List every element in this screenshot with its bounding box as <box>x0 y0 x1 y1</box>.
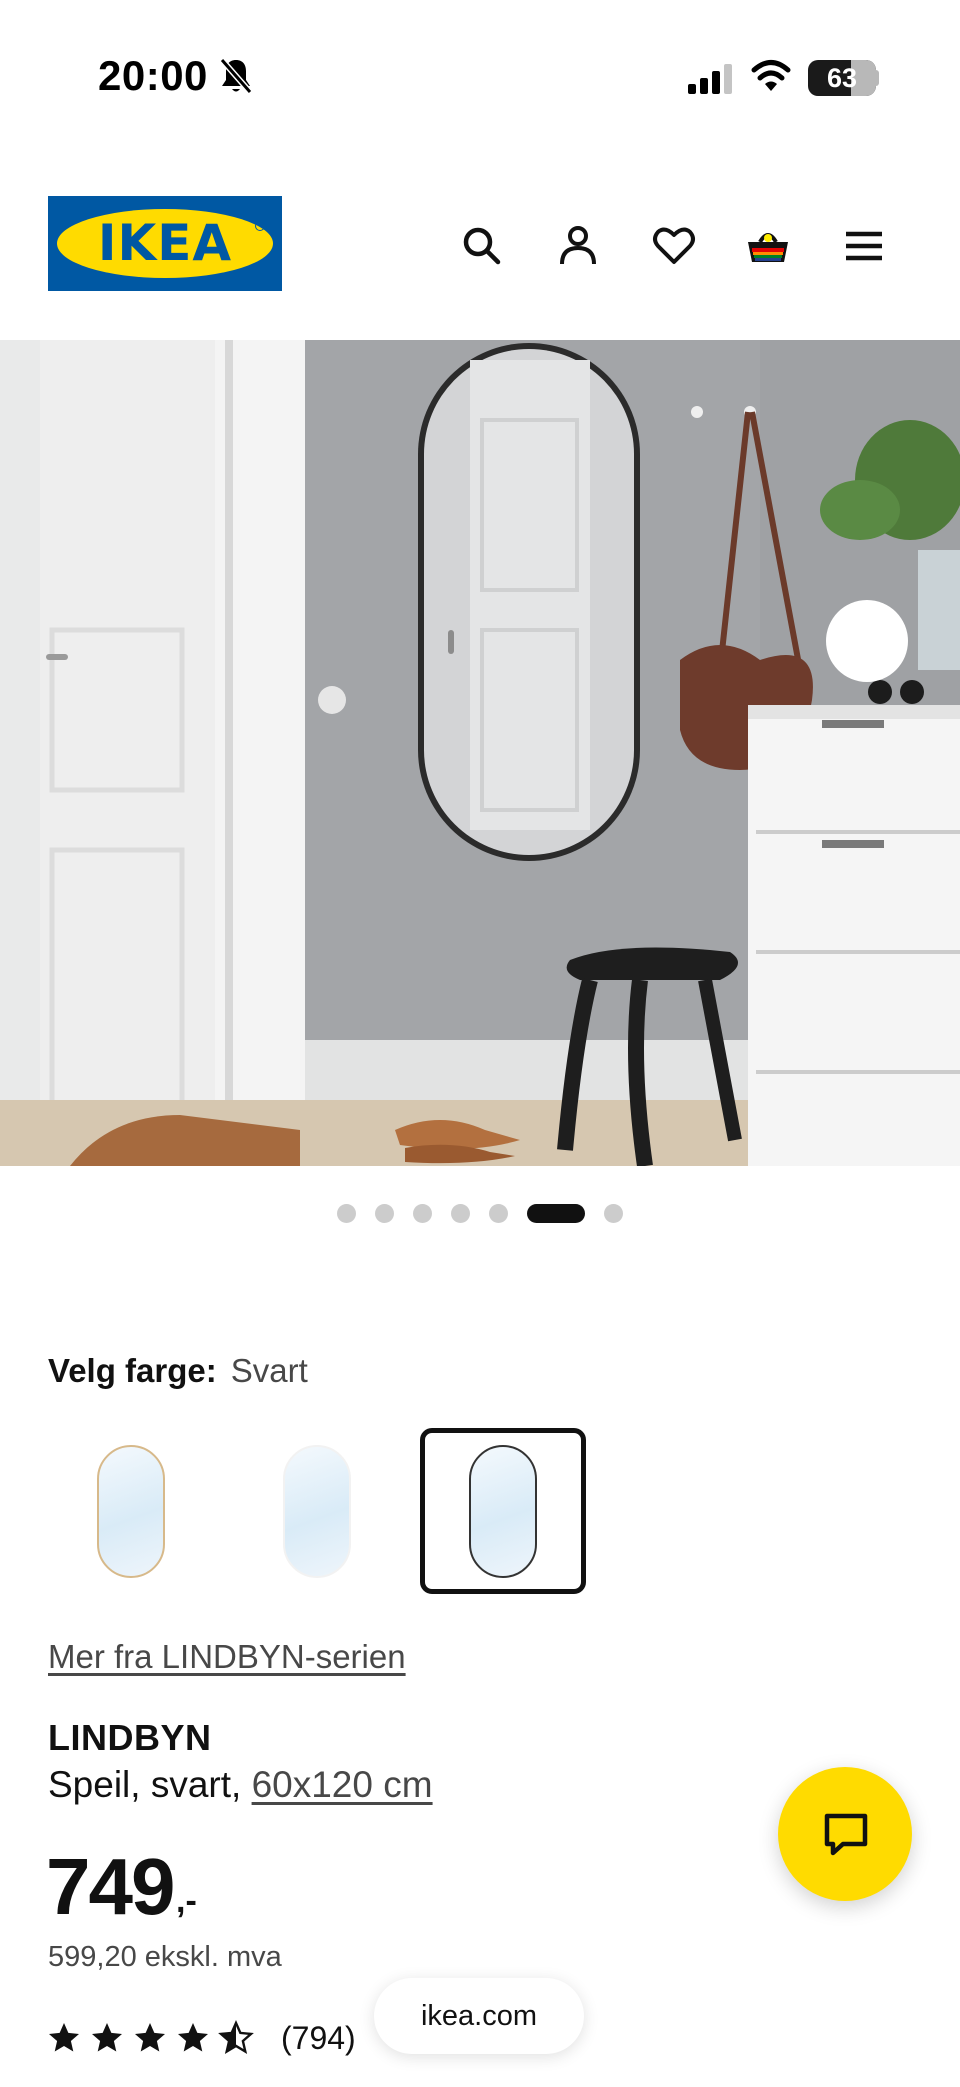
ikea-logo[interactable]: IKEA <box>48 196 282 291</box>
product-type: Speil, svart, <box>48 1764 252 1805</box>
logo-text: IKEA <box>97 214 233 272</box>
carousel-dot[interactable] <box>489 1203 508 1223</box>
product-image[interactable] <box>0 340 960 1166</box>
carousel-dot[interactable] <box>451 1203 470 1223</box>
carousel-dot[interactable] <box>375 1203 394 1223</box>
product-size-link[interactable]: 60x120 cm <box>252 1764 433 1805</box>
star-icon <box>49 2023 79 2052</box>
star-icon <box>135 2023 165 2052</box>
color-swatch-black[interactable] <box>420 1428 586 1594</box>
rating[interactable]: (794) <box>46 2018 356 2058</box>
rating-stars <box>46 2020 261 2056</box>
account-icon[interactable] <box>554 222 602 270</box>
site-header: IKEA <box>0 150 960 340</box>
battery-icon: 63 <box>808 60 876 96</box>
swatch-mirror <box>283 1445 351 1578</box>
color-value: Svart <box>230 1352 308 1389</box>
carousel-dot[interactable] <box>604 1203 623 1223</box>
bell-muted-icon <box>218 56 254 96</box>
chat-icon <box>824 1813 868 1856</box>
carousel-dot-active[interactable] <box>527 1203 585 1223</box>
registered-mark <box>255 221 265 231</box>
chat-button[interactable] <box>778 1767 912 1901</box>
color-swatch-white[interactable] <box>234 1428 400 1594</box>
product-photo <box>0 340 960 1166</box>
color-swatch-gold[interactable] <box>48 1428 214 1594</box>
status-bar: 20:00 63 <box>0 0 960 150</box>
carousel-dot[interactable] <box>413 1203 432 1223</box>
color-selector-row: Velg farge: Svart <box>48 1352 308 1390</box>
browser-url-pill[interactable]: ikea.com <box>374 1978 584 2054</box>
wifi-icon <box>750 58 792 94</box>
price-suffix: ,- <box>176 1882 197 1920</box>
series-link[interactable]: Mer fra LINDBYN-serien <box>48 1638 406 1676</box>
swatch-mirror <box>469 1445 537 1578</box>
status-time: 20:00 <box>98 52 208 99</box>
battery-level: 63 <box>826 63 858 93</box>
carousel-dots[interactable] <box>0 1202 960 1224</box>
product-description: Speil, svart, 60x120 cm <box>48 1764 433 1806</box>
battery-tip <box>874 70 879 86</box>
star-icon <box>92 2023 122 2052</box>
heart-icon[interactable] <box>650 222 698 270</box>
price-ex-vat: 599,20 ekskl. mva <box>48 1941 282 1973</box>
basket-icon[interactable] <box>744 222 792 270</box>
product-name: LINDBYN <box>48 1717 212 1758</box>
carousel-dot[interactable] <box>337 1203 356 1223</box>
color-label: Velg farge: <box>48 1352 217 1389</box>
star-icon <box>178 2023 208 2052</box>
signal-icon <box>686 62 734 96</box>
product-price: 749 <box>46 1842 175 1931</box>
review-count: (794) <box>281 2019 356 2056</box>
swatch-mirror <box>97 1445 165 1578</box>
search-icon[interactable] <box>458 222 506 270</box>
menu-icon[interactable] <box>840 222 888 270</box>
star-icon <box>218 2020 254 2054</box>
image-overlay-button[interactable] <box>826 600 908 682</box>
